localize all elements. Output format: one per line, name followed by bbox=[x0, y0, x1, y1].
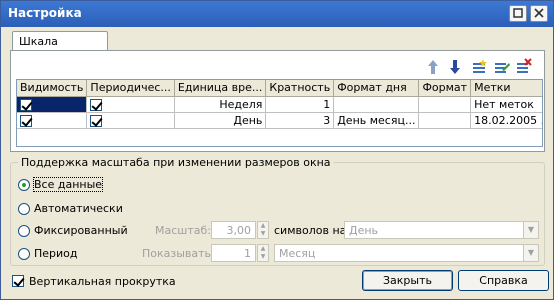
cell-marks[interactable]: 18.02.2005 ... bbox=[470, 112, 542, 129]
periodic-checkbox[interactable] bbox=[90, 98, 103, 111]
scale-stepper[interactable]: ▲ ▼ bbox=[257, 221, 269, 239]
table-header: Видимость Периодичес... Единица вре... К… bbox=[17, 80, 542, 97]
settings-window: Настройка Шкала времени Видимость bbox=[0, 0, 554, 300]
column-header-marks[interactable]: Метки bbox=[470, 80, 542, 97]
symbols-label: символов на bbox=[274, 224, 347, 237]
radio-automatic[interactable] bbox=[18, 203, 30, 215]
show-unit-select[interactable]: Месяц bbox=[274, 244, 524, 262]
delete-row-icon[interactable] bbox=[515, 58, 533, 76]
radio-label-automatic[interactable]: Автоматически bbox=[34, 202, 123, 215]
table-row[interactable]: День 3 День месяц... 18.02.2005 ... bbox=[17, 112, 542, 129]
visibility-checkbox[interactable] bbox=[20, 114, 32, 127]
cell-format[interactable] bbox=[418, 112, 472, 129]
cell-visibility[interactable] bbox=[17, 96, 88, 113]
visibility-checkbox[interactable] bbox=[20, 98, 32, 111]
chevron-down-icon[interactable]: ▼ bbox=[523, 221, 539, 239]
cell-multiplicity[interactable]: 3 bbox=[265, 112, 335, 129]
close-button[interactable] bbox=[530, 5, 548, 22]
radio-label-all-data[interactable]: Все данные bbox=[32, 177, 104, 192]
show-input[interactable]: 1 bbox=[211, 244, 256, 262]
show-label: Показывать: bbox=[142, 247, 215, 260]
window-title: Настройка bbox=[8, 6, 82, 20]
symbols-unit-select[interactable]: День bbox=[344, 221, 524, 239]
column-header-visibility[interactable]: Видимость bbox=[17, 80, 88, 97]
scale-group-title: Поддержка масштаба при изменении размеро… bbox=[18, 156, 334, 169]
column-header-day-format[interactable]: Формат дня bbox=[333, 80, 420, 97]
show-stepper[interactable]: ▲ ▼ bbox=[257, 244, 269, 262]
vertical-scroll-label[interactable]: Вертикальная прокрутка bbox=[29, 275, 176, 288]
cell-day-format[interactable] bbox=[333, 96, 420, 113]
title-bar[interactable]: Настройка bbox=[1, 1, 553, 27]
time-scale-table[interactable]: Видимость Периодичес... Единица вре... К… bbox=[16, 79, 543, 147]
radio-period[interactable] bbox=[18, 248, 30, 260]
cell-unit[interactable]: Неделя bbox=[174, 96, 267, 113]
radio-label-period[interactable]: Период bbox=[34, 247, 78, 260]
maximize-icon bbox=[513, 8, 523, 18]
close-icon bbox=[534, 8, 544, 18]
cell-unit[interactable]: День bbox=[174, 112, 267, 129]
cell-multiplicity[interactable]: 1 bbox=[265, 96, 335, 113]
column-header-multiplicity[interactable]: Кратность bbox=[265, 80, 335, 97]
cell-day-format[interactable]: День месяц... bbox=[333, 112, 420, 129]
chevron-down-icon[interactable]: ▼ bbox=[523, 244, 539, 262]
radio-fixed[interactable] bbox=[18, 225, 30, 237]
column-header-unit[interactable]: Единица вре... bbox=[174, 80, 267, 97]
radio-all-data[interactable] bbox=[18, 179, 30, 191]
cell-visibility[interactable] bbox=[17, 112, 88, 129]
tab-time-scale[interactable]: Шкала времени bbox=[12, 31, 108, 61]
column-header-periodic[interactable]: Периодичес... bbox=[86, 80, 175, 97]
arrow-down-icon[interactable] bbox=[446, 58, 464, 76]
edit-row-icon[interactable] bbox=[493, 58, 511, 76]
radio-label-fixed[interactable]: Фиксированный bbox=[34, 224, 128, 237]
help-button[interactable]: Справка bbox=[458, 270, 549, 291]
scale-input[interactable]: 3,00 bbox=[211, 221, 256, 239]
cell-marks[interactable]: Нет меток bbox=[470, 96, 542, 113]
column-header-format[interactable]: Формат bbox=[418, 80, 472, 97]
scale-label: Масштаб: bbox=[155, 224, 211, 237]
maximize-button[interactable] bbox=[509, 5, 527, 22]
add-row-icon[interactable] bbox=[471, 58, 489, 76]
arrow-up-icon[interactable] bbox=[424, 58, 442, 76]
cell-format[interactable] bbox=[418, 96, 472, 113]
vertical-scroll-checkbox[interactable] bbox=[12, 275, 24, 287]
cell-periodic[interactable] bbox=[86, 96, 175, 113]
table-row[interactable]: Неделя 1 Нет меток bbox=[17, 96, 542, 113]
periodic-checkbox[interactable] bbox=[90, 114, 103, 127]
cell-periodic[interactable] bbox=[86, 112, 175, 129]
close-dialog-button[interactable]: Закрыть bbox=[362, 270, 453, 291]
